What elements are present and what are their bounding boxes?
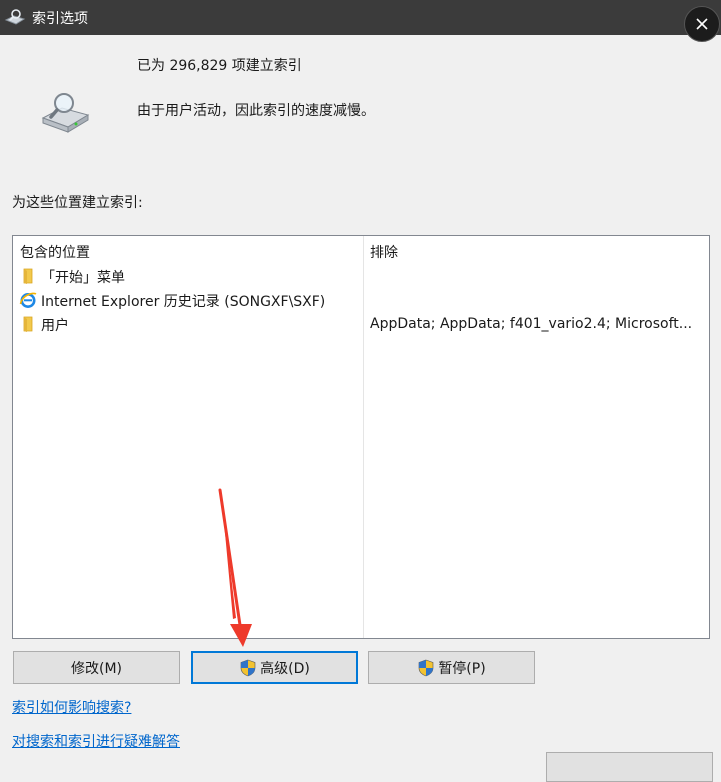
location-exclusions: AppData; AppData; f401_vario2.4; Microso… [370, 316, 693, 332]
how-index-affects-search-link[interactable]: 索引如何影响搜索? [12, 697, 131, 717]
locations-section-label: 为这些位置建立索引: [12, 195, 143, 211]
advanced-button[interactable]: 高级(D) [191, 651, 358, 684]
list-item[interactable]: Internet Explorer 历史记录 (SONGXF\SXF) [13, 288, 709, 312]
pause-button-label: 暂停(P) [438, 660, 486, 677]
indexed-count-text: 已为 296,829 项建立索引 [137, 58, 302, 74]
list-item[interactable]: 「开始」菜单 [13, 264, 709, 288]
modify-button[interactable]: 修改(M) [13, 651, 180, 684]
location-name: 用户 [41, 318, 69, 334]
location-name: 「开始」菜单 [41, 270, 125, 286]
folder-icon [23, 268, 33, 284]
troubleshoot-search-link[interactable]: 对搜索和索引进行疑难解答 [12, 731, 180, 751]
list-item[interactable]: 用户 AppData; AppData; f401_vario2.4; Micr… [13, 312, 709, 336]
title-bar: 索引选项 [0, 0, 721, 35]
uac-shield-icon [240, 659, 256, 676]
column-header-included[interactable]: 包含的位置 [20, 242, 90, 262]
column-header-exclude[interactable]: 排除 [370, 242, 398, 262]
indexing-options-icon [4, 9, 26, 25]
folder-icon [23, 316, 33, 332]
close-dialog-button[interactable] [546, 752, 713, 782]
window-title: 索引选项 [32, 11, 88, 27]
close-window-button[interactable] [684, 6, 720, 42]
indexing-speed-text: 由于用户活动，因此索引的速度减慢。 [137, 103, 375, 119]
indexed-locations-list[interactable]: 包含的位置 排除 「开始」菜单 Internet Explorer 历史记录 (… [12, 235, 710, 639]
location-name: Internet Explorer 历史记录 (SONGXF\SXF) [41, 294, 326, 310]
close-icon [696, 18, 708, 30]
ie-icon [19, 292, 37, 308]
uac-shield-icon [419, 659, 434, 676]
advanced-button-label: 高级(D) [260, 660, 310, 677]
drive-search-icon [41, 93, 90, 133]
pause-button[interactable]: 暂停(P) [368, 651, 535, 684]
modify-button-label: 修改(M) [70, 660, 122, 677]
